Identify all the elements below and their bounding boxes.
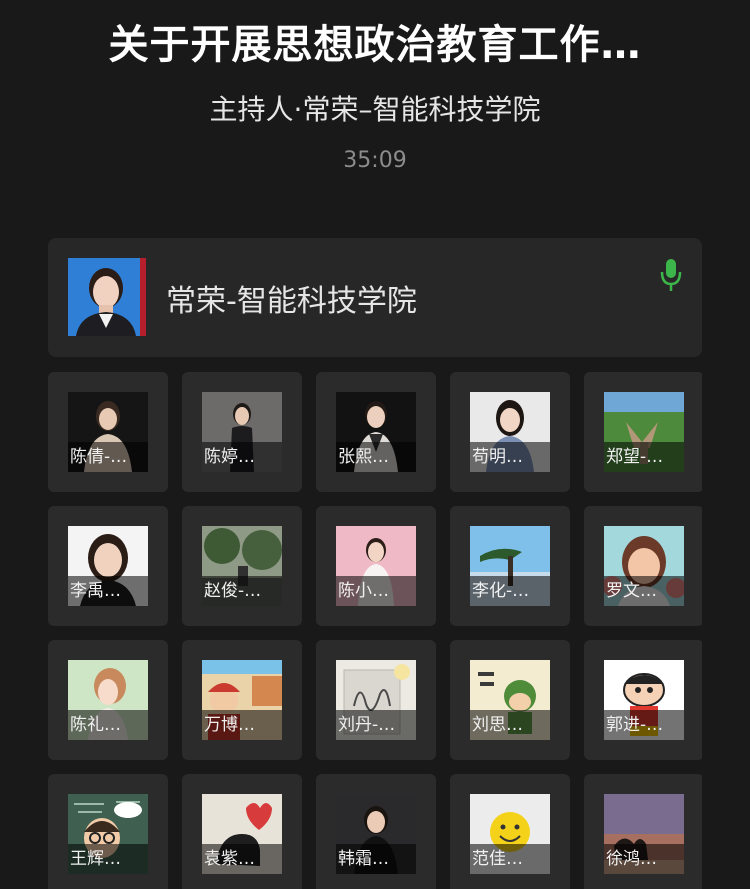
participant-tile[interactable]: 陈倩-… xyxy=(48,372,168,492)
participant-tile[interactable]: 罗文… xyxy=(584,506,702,626)
participant-tile[interactable]: 赵俊-… xyxy=(182,506,302,626)
participant-name: 王辉… xyxy=(68,844,148,874)
participant-tile[interactable]: 李禹… xyxy=(48,506,168,626)
meeting-title: 关于开展思想政治教育工作… xyxy=(108,22,642,68)
participant-tile[interactable]: 苟明… xyxy=(450,372,570,492)
participant-name: 韩霜… xyxy=(336,844,416,874)
participant-tile[interactable]: 刘思… xyxy=(450,640,570,760)
meeting-timer: 35:09 xyxy=(343,148,407,173)
host-line: 主持人·常荣–智能科技学院 xyxy=(209,93,541,126)
participant-name: 郑望-… xyxy=(604,442,684,472)
participant-name: 李化-… xyxy=(470,576,550,606)
participant-tile[interactable]: 郭进-… xyxy=(584,640,702,760)
participant-tile[interactable]: 陈婷… xyxy=(182,372,302,492)
participant-name: 徐鸿… xyxy=(604,844,684,874)
participant-name: 袁紫… xyxy=(202,844,282,874)
microphone-icon[interactable] xyxy=(660,258,682,292)
participant-name: 刘丹-… xyxy=(336,710,416,740)
participant-name: 张熙… xyxy=(336,442,416,472)
participant-tile[interactable]: 郑望-… xyxy=(584,372,702,492)
participant-name: 范佳… xyxy=(470,844,550,874)
participant-name: 陈婷… xyxy=(202,442,282,472)
participant-name: 陈礼… xyxy=(68,710,148,740)
participant-tile[interactable]: 刘丹-… xyxy=(316,640,436,760)
participant-name: 赵俊-… xyxy=(202,576,282,606)
speaker-name: 常荣-智能科技学院 xyxy=(166,284,417,319)
participant-name: 苟明… xyxy=(470,442,550,472)
participant-name: 万博… xyxy=(202,710,282,740)
participant-tile[interactable]: 万博… xyxy=(182,640,302,760)
speaker-avatar xyxy=(68,258,146,336)
participant-name: 刘思… xyxy=(470,710,550,740)
participant-tile[interactable]: 王辉… xyxy=(48,774,168,889)
participant-name: 罗文… xyxy=(604,576,684,606)
participant-tile[interactable]: 袁紫… xyxy=(182,774,302,889)
participant-tile[interactable]: 李化-… xyxy=(450,506,570,626)
participant-tile[interactable]: 陈礼… xyxy=(48,640,168,760)
participant-tile[interactable]: 张熙… xyxy=(316,372,436,492)
participant-tile[interactable]: 范佳… xyxy=(450,774,570,889)
participant-tile[interactable]: 韩霜… xyxy=(316,774,436,889)
participant-name: 李禹… xyxy=(68,576,148,606)
participant-name: 陈小… xyxy=(336,576,416,606)
participant-tile[interactable]: 徐鸿… xyxy=(584,774,702,889)
participant-name: 郭进-… xyxy=(604,710,684,740)
active-speaker-card[interactable]: 常荣-智能科技学院 xyxy=(48,238,702,357)
participant-grid: 陈倩-… 陈婷… 张熙… 苟明… 郑望-… 李禹… 赵俊-… 陈小… 李化-… … xyxy=(48,372,702,889)
participant-name: 陈倩-… xyxy=(68,442,148,472)
participant-tile[interactable]: 陈小… xyxy=(316,506,436,626)
